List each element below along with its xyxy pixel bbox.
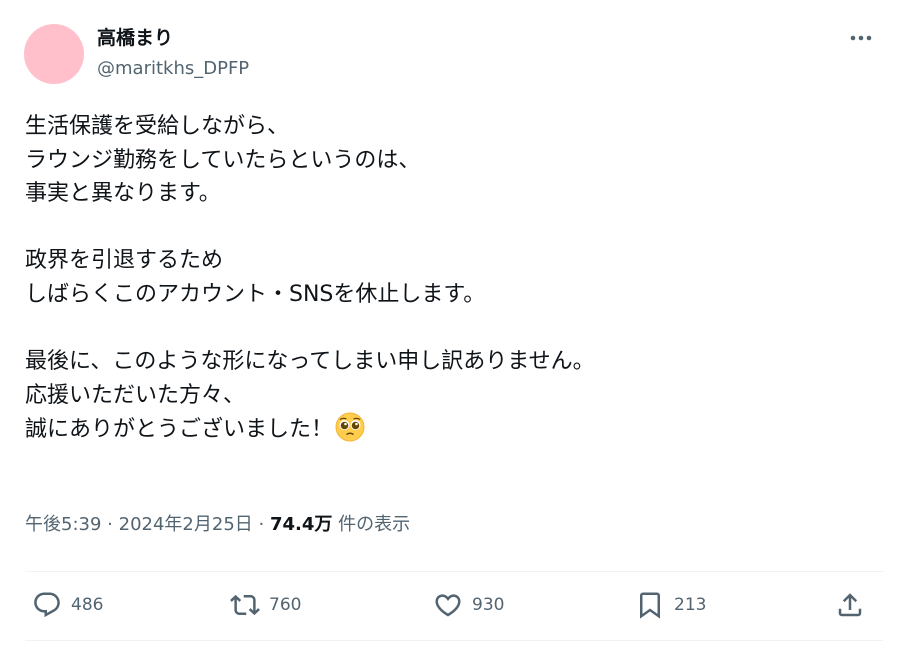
tweet-text: 生活保護を受給しながら、 ラウンジ勤務をしていたらというのは、 事実と異なります… <box>25 114 595 443</box>
reply-button[interactable]: 486 <box>32 588 103 622</box>
user-handle[interactable]: @maritkhs_DPFP <box>97 58 249 80</box>
bookmark-icon <box>640 592 660 619</box>
retweet-icon <box>230 594 260 616</box>
retweet-count: 760 <box>269 595 302 615</box>
display-name[interactable]: 高橋まり <box>97 26 173 50</box>
meta-separator: · <box>107 514 113 535</box>
tweet-text-container: 生活保護を受給しながら、 ラウンジ勤務をしていたらというのは、 事実と異なります… <box>25 110 885 447</box>
share-button[interactable] <box>835 588 865 622</box>
tweet-meta: 午後5:39 · 2024年2月25日 · 74.4万 件の表示 <box>25 513 410 537</box>
more-icon <box>850 35 872 41</box>
tweet-time[interactable]: 午後5:39 <box>25 514 101 535</box>
bookmark-count: 213 <box>674 595 707 615</box>
views-label: 件の表示 <box>338 514 411 535</box>
more-options-button[interactable] <box>846 28 876 48</box>
like-button[interactable]: 930 <box>433 588 504 622</box>
like-count: 930 <box>472 595 505 615</box>
reply-count: 486 <box>71 595 104 615</box>
views-count: 74.4万 <box>270 514 333 535</box>
meta-separator: · <box>258 514 265 535</box>
bookmark-button[interactable]: 213 <box>635 588 706 622</box>
tweet-date[interactable]: 2024年2月25日 <box>119 514 253 535</box>
avatar[interactable] <box>24 24 84 84</box>
pleading-face-emoji-icon <box>335 412 365 442</box>
retweet-button[interactable]: 760 <box>230 588 301 622</box>
heart-icon <box>435 594 461 617</box>
tweet-card: 高橋まり @maritkhs_DPFP 生活保護を受給しながら、 ラウンジ勤務を… <box>0 0 908 656</box>
divider <box>25 571 883 572</box>
reply-icon <box>34 592 60 618</box>
divider <box>25 640 883 641</box>
share-icon <box>838 593 862 617</box>
